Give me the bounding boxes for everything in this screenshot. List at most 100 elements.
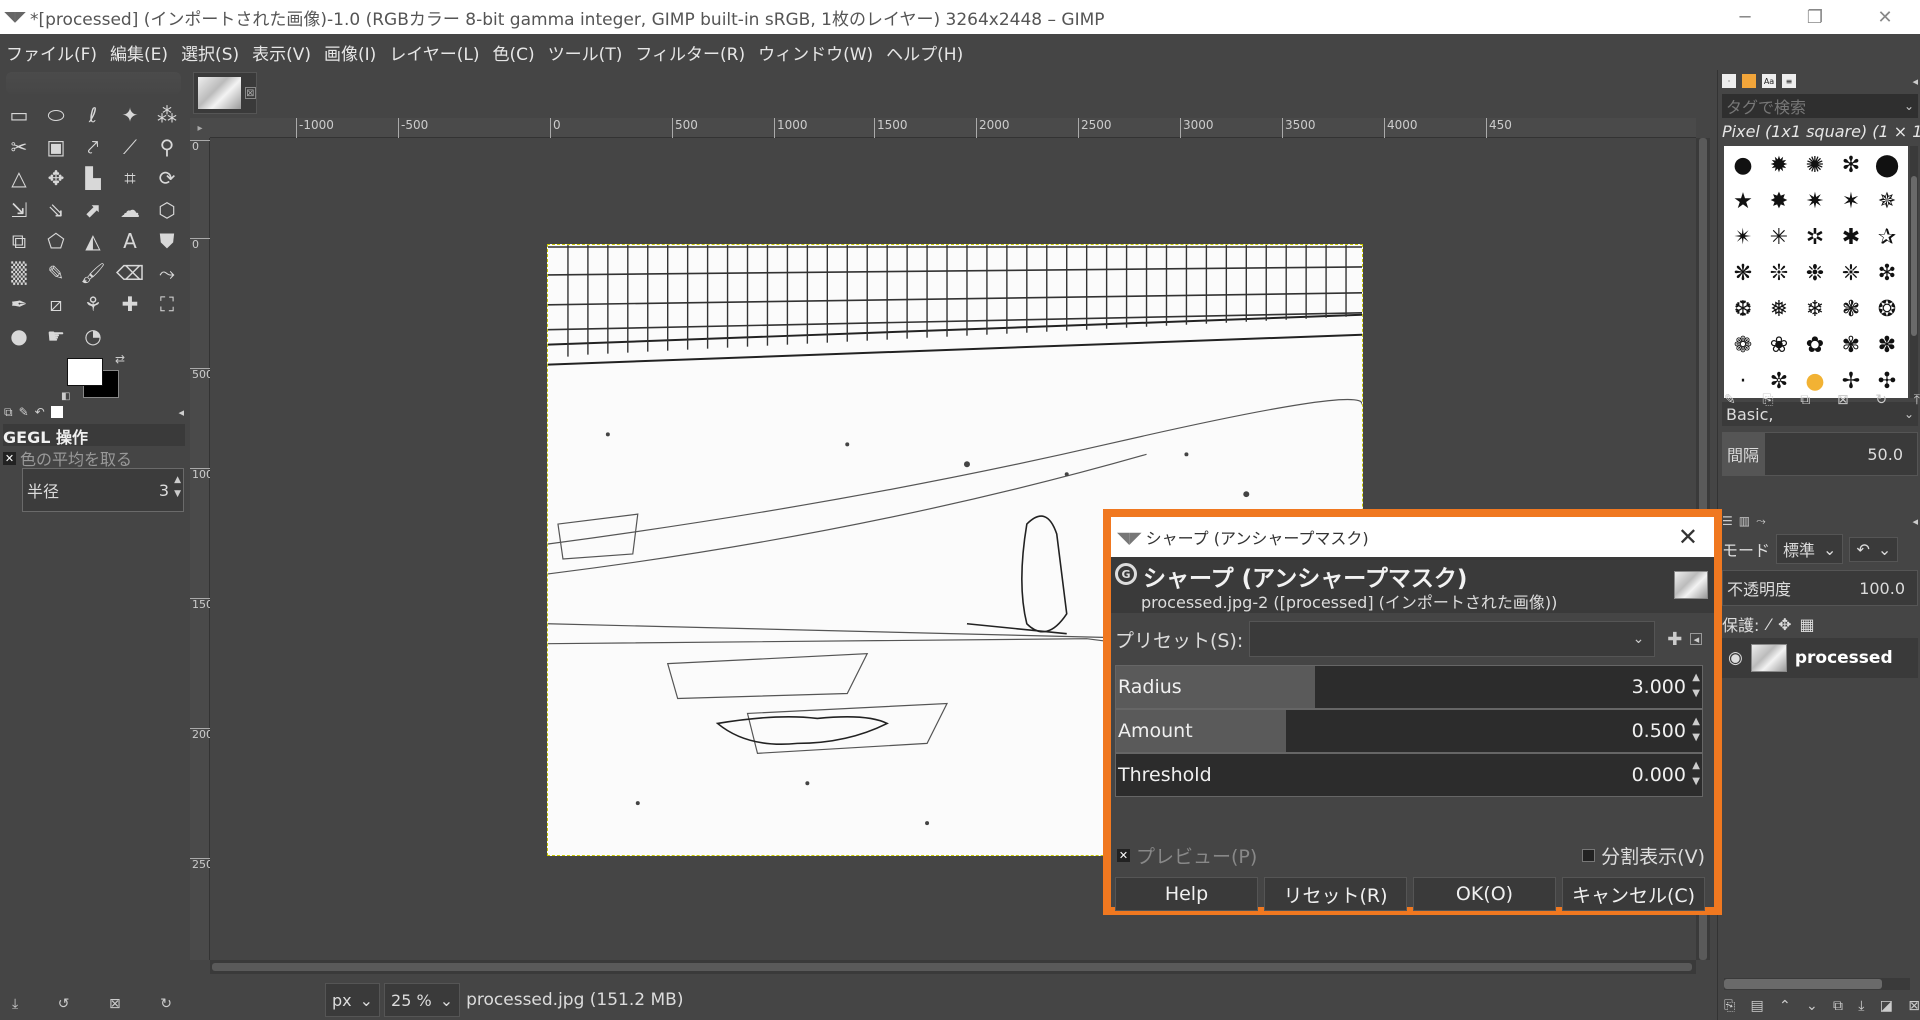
brush-swatch[interactable]: ✵ bbox=[1870, 184, 1904, 218]
menu-image[interactable]: 画像(I) bbox=[324, 40, 382, 65]
ruler-corner[interactable]: ▸ bbox=[190, 118, 210, 138]
cancel-button[interactable]: キャンセル(C) bbox=[1562, 877, 1705, 911]
menu-filters[interactable]: フィルター(R) bbox=[635, 40, 751, 65]
fonts-tab-icon[interactable]: Aa bbox=[1762, 74, 1776, 88]
brush-grid[interactable]: ● ✹ ✺ ✻ ⬤ ★ ✸ ✷ ✶ ✵ ✴ ✳ ✲ ✱ ✰ ❋ ❊ ❉ ❈ ❇ ❆ ❅ ❄ ❃ ❂ ❁ ❀ ✿ ✾ ✽ · ✼ ● ✢ ✣ bbox=[1724, 146, 1908, 398]
brush-swatch[interactable]: ❊ bbox=[1762, 256, 1796, 290]
mode-switch-select[interactable]: ↶ ⌄ bbox=[1849, 536, 1899, 562]
brush-swatch[interactable]: ✱ bbox=[1834, 220, 1868, 254]
delete-layer-icon[interactable]: ⊠ bbox=[1908, 998, 1920, 1014]
horizontal-scroll-thumb[interactable] bbox=[212, 963, 1692, 971]
brush-swatch[interactable]: ✲ bbox=[1798, 220, 1832, 254]
horizontal-scrollbar[interactable] bbox=[210, 960, 1696, 974]
pencil-icon[interactable]: ✎ bbox=[41, 258, 71, 288]
new-layer-group-icon[interactable]: ▤ bbox=[1750, 998, 1763, 1014]
heal-icon[interactable]: ✚ bbox=[115, 289, 145, 319]
brush-swatch[interactable]: ✿ bbox=[1798, 328, 1832, 362]
radius-spinbox[interactable]: 半径 3 ▲ ▼ bbox=[22, 468, 184, 512]
lock-position-icon[interactable]: ✥ bbox=[1778, 615, 1791, 634]
brush-scroll-thumb[interactable] bbox=[1911, 176, 1917, 336]
paths-icon[interactable]: ⤤ bbox=[78, 132, 108, 162]
brush-swatch[interactable]: ❆ bbox=[1726, 292, 1760, 326]
preview-label[interactable]: プレビュー(P) bbox=[1136, 842, 1257, 869]
split-view-toggle[interactable]: 分割表示(V) bbox=[1582, 842, 1705, 869]
restore-preset-icon[interactable]: ↺ bbox=[58, 996, 70, 1012]
visibility-eye-icon[interactable]: ◉ bbox=[1728, 648, 1743, 668]
clone-icon[interactable]: ⚘ bbox=[78, 289, 108, 319]
smudge-icon[interactable]: ☛ bbox=[41, 321, 71, 351]
gradient-icon[interactable]: ▒ bbox=[4, 258, 34, 288]
opacity-slider[interactable]: 不透明度 100.0 bbox=[1722, 570, 1918, 606]
3d-transform-icon[interactable]: ⬡ bbox=[152, 195, 182, 225]
menu-help[interactable]: ヘルプ(H) bbox=[886, 40, 969, 65]
ink-icon[interactable]: ✒ bbox=[4, 289, 34, 319]
average-color-option[interactable]: ✕ 色の平均を取る bbox=[3, 446, 132, 470]
color-picker-icon[interactable]: ⟋ bbox=[115, 132, 145, 162]
tab-menu-icon[interactable]: ◂ bbox=[1912, 515, 1918, 528]
document-history-tab-icon[interactable]: ≡ bbox=[1782, 74, 1796, 88]
brush-swatch[interactable]: ✷ bbox=[1798, 184, 1832, 218]
brushes-tab-icon[interactable]: · bbox=[1722, 74, 1736, 88]
brush-swatch[interactable]: ★ bbox=[1726, 184, 1760, 218]
blur-icon[interactable]: ● bbox=[4, 321, 34, 351]
scale-icon[interactable]: ⇲ bbox=[4, 195, 34, 225]
preset-menu-icon[interactable]: ◂ bbox=[1690, 633, 1703, 646]
menu-file[interactable]: ファイル(F) bbox=[6, 40, 103, 65]
perspective-icon[interactable]: ⬈ bbox=[78, 195, 108, 225]
minimize-button[interactable]: ─ bbox=[1710, 0, 1780, 34]
split-view-checkbox[interactable] bbox=[1582, 848, 1596, 862]
layers-scrollbar[interactable] bbox=[1724, 978, 1910, 990]
save-preset-icon[interactable]: ⤓ bbox=[12, 996, 18, 1012]
preset-select[interactable]: ⌄ bbox=[1249, 621, 1656, 657]
mypaint-brush-icon[interactable]: ⧄ bbox=[41, 289, 71, 319]
ok-button[interactable]: OK(O) bbox=[1413, 877, 1556, 911]
select-by-color-icon[interactable]: ⁂ bbox=[152, 100, 182, 130]
shear-icon[interactable]: ⇘ bbox=[41, 195, 71, 225]
bucket-fill-icon[interactable]: ⛊ bbox=[152, 226, 182, 256]
layers-scroll-thumb[interactable] bbox=[1724, 979, 1882, 989]
device-status-tab-icon[interactable]: ✎ bbox=[19, 405, 29, 419]
menu-edit[interactable]: 編集(E) bbox=[110, 40, 174, 65]
airbrush-icon[interactable]: ⤳ bbox=[152, 258, 182, 288]
spin-arrows-icon[interactable]: ▲ ▼ bbox=[1692, 670, 1700, 702]
crop-icon[interactable]: ⌗ bbox=[115, 163, 145, 193]
brush-swatch[interactable]: ❇ bbox=[1870, 256, 1904, 290]
zoom-select[interactable]: 25 % ⌄ bbox=[384, 983, 461, 1017]
brush-swatch[interactable]: ❃ bbox=[1834, 292, 1868, 326]
duplicate-layer-icon[interactable]: ⧉ bbox=[1833, 998, 1843, 1014]
align-icon[interactable]: ▙ bbox=[78, 163, 108, 193]
tab-menu-icon[interactable]: ◂ bbox=[178, 406, 184, 419]
brush-swatch[interactable]: ❋ bbox=[1726, 256, 1760, 290]
brush-swatch[interactable]: ● bbox=[1726, 148, 1760, 182]
brush-swatch[interactable]: ❅ bbox=[1762, 292, 1796, 326]
eraser-icon[interactable]: ⌫ bbox=[115, 258, 145, 288]
brush-swatch[interactable]: ✰ bbox=[1870, 220, 1904, 254]
free-select-icon[interactable]: ℓ bbox=[78, 100, 108, 130]
param-amount-slider[interactable]: Amount 0.500 ▲ ▼ bbox=[1115, 709, 1703, 753]
brush-swatch[interactable]: ✹ bbox=[1762, 148, 1796, 182]
undo-history-tab-icon[interactable]: ↶ bbox=[35, 405, 45, 419]
brush-swatch[interactable]: ✽ bbox=[1870, 328, 1904, 362]
layer-item[interactable]: ◉ processed bbox=[1722, 638, 1918, 678]
mask-layer-icon[interactable]: ◪ bbox=[1880, 998, 1893, 1014]
image-tab[interactable]: ⊠ bbox=[193, 72, 257, 114]
menu-layer[interactable]: レイヤー(L) bbox=[389, 40, 485, 65]
edit-brush-icon[interactable]: ✎ bbox=[1724, 392, 1736, 408]
brush-swatch[interactable]: ✾ bbox=[1834, 328, 1868, 362]
foreground-select-icon[interactable]: ▣ bbox=[41, 132, 71, 162]
preview-checkbox[interactable]: ✕ bbox=[1117, 848, 1130, 862]
zoom-icon[interactable]: ⚲ bbox=[152, 132, 182, 162]
spin-arrows-icon[interactable]: ▲ ▼ bbox=[174, 473, 181, 501]
brush-swatch[interactable]: ❀ bbox=[1762, 328, 1796, 362]
menu-colors[interactable]: 色(C) bbox=[493, 40, 541, 65]
smudge-warp-icon[interactable]: ◭ bbox=[78, 226, 108, 256]
menu-windows[interactable]: ウィンドウ(W) bbox=[758, 40, 879, 65]
move-icon[interactable]: ✥ bbox=[41, 163, 71, 193]
ellipse-select-icon[interactable]: ⬭ bbox=[41, 100, 71, 130]
default-colors-icon[interactable]: ◧ bbox=[61, 391, 70, 402]
new-layer-icon[interactable]: ⎘ bbox=[1724, 998, 1735, 1014]
brush-swatch[interactable]: ✸ bbox=[1762, 184, 1796, 218]
refresh-brushes-icon[interactable]: ↻ bbox=[1875, 392, 1887, 408]
reset-button[interactable]: リセット(R) bbox=[1264, 877, 1407, 911]
unit-select[interactable]: px ⌄ bbox=[325, 983, 381, 1017]
